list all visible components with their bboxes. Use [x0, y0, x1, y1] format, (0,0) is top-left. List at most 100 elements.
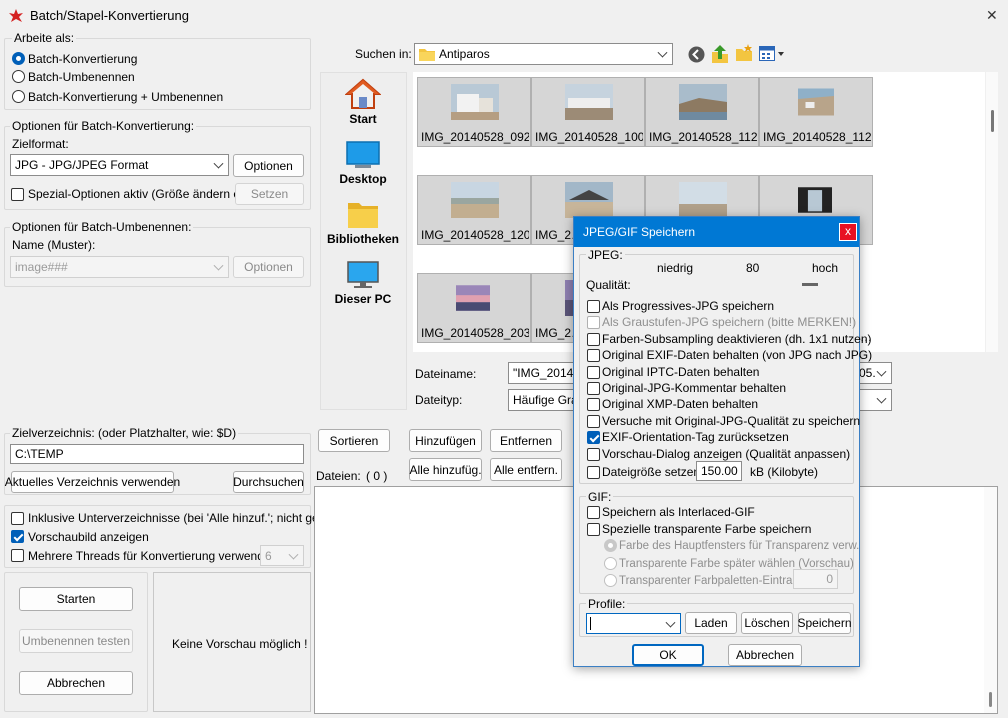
- view-menu-icon[interactable]: [759, 46, 785, 62]
- jpeg-option-label[interactable]: Original IPTC-Daten behalten: [602, 365, 759, 379]
- jpeg-option-checkbox[interactable]: [587, 382, 600, 395]
- radio-main-window-color-label[interactable]: Farbe des Hauptfensters für Transparenz …: [619, 539, 859, 553]
- jpeg-option-label[interactable]: Als Graustufen-JPG speichern (bitte MERK…: [602, 315, 856, 329]
- subdirs-label[interactable]: Inklusive Unterverzeichnisse (bei 'Alle …: [28, 511, 339, 525]
- format-label: Zielformat:: [12, 137, 69, 151]
- nav-this-pc[interactable]: Dieser PC: [323, 260, 403, 310]
- radio-convert-and-rename[interactable]: [12, 90, 25, 103]
- preview-label[interactable]: Vorschaubild anzeigen: [28, 530, 149, 544]
- file-item[interactable]: IMG_20140528_112…: [645, 77, 759, 147]
- rename-options-button[interactable]: Optionen: [233, 256, 304, 278]
- jpeg-option-checkbox[interactable]: [587, 349, 600, 363]
- interlaced-gif-checkbox[interactable]: [587, 506, 600, 519]
- jpeg-option-checkbox[interactable]: [587, 332, 600, 346]
- preview-checkbox[interactable]: [11, 530, 24, 543]
- format-options-button[interactable]: Optionen: [233, 154, 304, 177]
- jpeg-option-checkbox[interactable]: [587, 447, 600, 461]
- pattern-label: Name (Muster):: [12, 238, 96, 252]
- interlaced-gif-label[interactable]: Speichern als Interlaced-GIF: [602, 505, 755, 519]
- dialog-close-button[interactable]: x: [839, 223, 857, 241]
- target-dir-input[interactable]: C:\TEMP: [10, 444, 304, 464]
- file-item[interactable]: IMG_20140528_120…: [417, 175, 531, 245]
- jpeg-option-label[interactable]: Versuche mit Original-JPG-Qualität zu sp…: [602, 414, 860, 428]
- pattern-select[interactable]: image###: [10, 256, 229, 278]
- jpeg-option-checkbox[interactable]: [587, 365, 600, 379]
- filesize-label[interactable]: Dateigröße setzen:: [602, 465, 703, 479]
- file-list-scrollbar[interactable]: [986, 72, 998, 352]
- file-item[interactable]: IMG_20140528_092…: [417, 77, 531, 147]
- filetype-select-tail[interactable]: [855, 389, 892, 411]
- jpeg-option-label[interactable]: Vorschau-Dialog anzeigen (Qualität anpas…: [602, 447, 850, 461]
- jpeg-option-label[interactable]: Original-JPG-Kommentar behalten: [602, 381, 786, 395]
- selected-files-scrollbar[interactable]: [984, 487, 997, 713]
- transparent-color-label[interactable]: Spezielle transparente Farbe speichern: [602, 522, 811, 536]
- photo-thumbnail: [456, 285, 490, 311]
- set-button[interactable]: Setzen: [235, 183, 304, 205]
- radio-batch-convert[interactable]: [12, 52, 25, 65]
- remove-button[interactable]: Entfernen: [490, 429, 562, 452]
- jpeg-option-label[interactable]: EXIF-Orientation-Tag zurücksetzen: [602, 430, 789, 444]
- start-button[interactable]: Starten: [19, 587, 133, 611]
- radio-palette-entry-label[interactable]: Transparenter Farbpaletten-Eintrag:: [619, 574, 802, 588]
- filesize-checkbox[interactable]: [587, 466, 600, 479]
- jpeg-option-checkbox[interactable]: [587, 300, 600, 313]
- profile-save-button[interactable]: Speichern: [797, 612, 852, 634]
- profile-delete-button[interactable]: Löschen: [741, 612, 793, 634]
- add-all-button[interactable]: Alle hinzufüg.: [409, 458, 482, 481]
- radio-palette-entry[interactable]: [604, 574, 617, 587]
- radio-batch-rename-label[interactable]: Batch-Umbenennen: [28, 70, 135, 84]
- transparent-color-checkbox[interactable]: [587, 523, 600, 536]
- scrollbar-thumb[interactable]: [989, 692, 992, 707]
- use-current-dir-button[interactable]: Aktuelles Verzeichnis verwenden: [5, 471, 180, 493]
- jpeg-option-label[interactable]: Als Progressives-JPG speichern: [602, 299, 774, 313]
- nav-start[interactable]: Start: [323, 78, 403, 128]
- jpeg-option-checkbox[interactable]: [587, 398, 600, 412]
- jpeg-option-label[interactable]: Original EXIF-Daten behalten (von JPG na…: [602, 348, 872, 362]
- special-options-checkbox[interactable]: [11, 188, 24, 201]
- profile-load-button[interactable]: Laden: [685, 612, 737, 634]
- back-icon[interactable]: [688, 46, 705, 63]
- radio-batch-convert-label[interactable]: Batch-Konvertierung: [28, 52, 137, 66]
- format-select[interactable]: JPG - JPG/JPEG Format: [10, 154, 229, 176]
- radio-main-window-color[interactable]: [604, 539, 617, 552]
- filesize-input[interactable]: 150.00: [696, 461, 742, 481]
- scrollbar-thumb[interactable]: [991, 110, 994, 132]
- dialog-cancel-button[interactable]: Abbrechen: [728, 644, 802, 666]
- nav-desktop[interactable]: Desktop: [323, 140, 403, 190]
- sort-button[interactable]: Sortieren: [318, 429, 390, 452]
- quality-slider-thumb[interactable]: [802, 283, 818, 286]
- radio-convert-and-rename-label[interactable]: Batch-Konvertierung + Umbenennen: [28, 90, 223, 104]
- radio-batch-rename[interactable]: [12, 70, 25, 83]
- remove-all-button[interactable]: Alle entfern.: [490, 458, 562, 481]
- threads-label[interactable]: Mehrere Threads für Konvertierung verwen…: [28, 549, 281, 563]
- new-folder-icon[interactable]: [735, 44, 753, 62]
- filename-input[interactable]: "IMG_2014…: [508, 362, 578, 384]
- file-item[interactable]: IMG_20140528_112…: [759, 77, 873, 147]
- jpeg-option-label[interactable]: Farben-Subsampling deaktivieren (dh. 1x1…: [602, 332, 871, 346]
- jpeg-option-label[interactable]: Original XMP-Daten behalten: [602, 397, 758, 411]
- filename-input-tail[interactable]: 05.: [855, 362, 892, 384]
- nav-libraries[interactable]: Bibliotheken: [323, 200, 403, 250]
- profile-select[interactable]: [586, 613, 681, 634]
- cancel-button[interactable]: Abbrechen: [19, 671, 133, 695]
- up-folder-icon[interactable]: [711, 44, 729, 63]
- dialog-ok-button[interactable]: OK: [632, 644, 704, 666]
- jpeg-option-checkbox[interactable]: [587, 431, 600, 445]
- file-item[interactable]: IMG_20140528_100…: [531, 77, 645, 147]
- jpeg-option-checkbox[interactable]: [587, 316, 600, 330]
- browse-button[interactable]: Durchsuchen: [233, 471, 304, 493]
- folder-select[interactable]: Antiparos: [414, 43, 673, 65]
- palette-entry-input[interactable]: 0: [793, 569, 838, 589]
- add-button[interactable]: Hinzufügen: [409, 429, 482, 452]
- quality-slider[interactable]: [654, 282, 834, 288]
- jpeg-option-checkbox[interactable]: [587, 414, 600, 428]
- filetype-select[interactable]: Häufige Grap…: [508, 389, 578, 411]
- subdirs-checkbox[interactable]: [11, 512, 24, 525]
- test-rename-button[interactable]: Umbenennen testen: [19, 629, 133, 653]
- radio-choose-later[interactable]: [604, 557, 617, 570]
- threads-checkbox[interactable]: [11, 549, 24, 562]
- window-close-button[interactable]: ✕: [986, 8, 998, 22]
- threads-select[interactable]: 6: [260, 545, 304, 566]
- file-item[interactable]: IMG_20140528_203…: [417, 273, 531, 343]
- special-options-label[interactable]: Spezial-Optionen aktiv (Größe ändern etc…: [28, 187, 257, 201]
